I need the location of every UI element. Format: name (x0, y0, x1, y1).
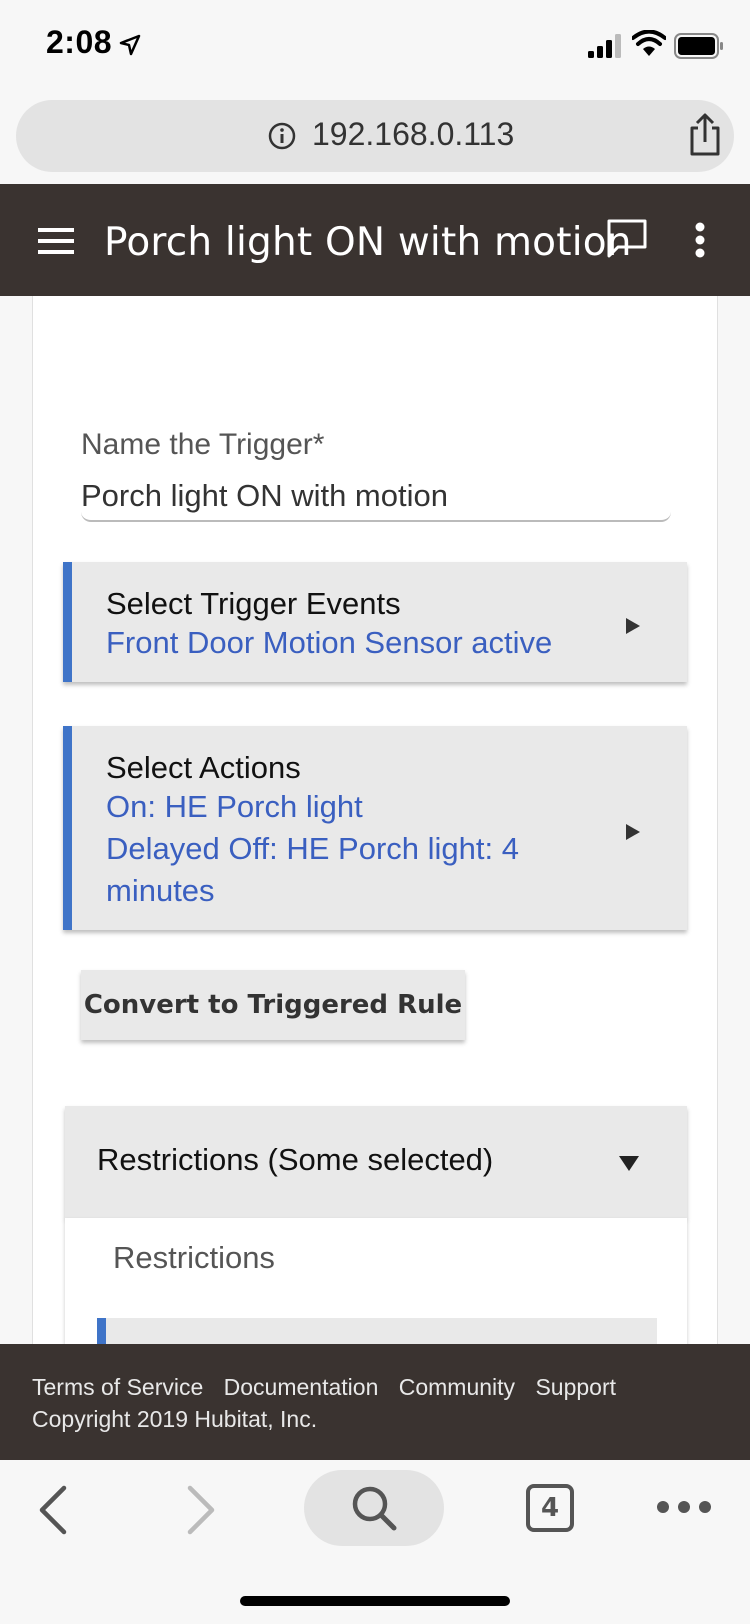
action-line-3: minutes (106, 873, 215, 908)
more-horizontal-icon[interactable] (656, 1500, 712, 1514)
battery-icon (674, 33, 723, 59)
info-icon[interactable] (268, 122, 296, 150)
browser-toolbar: 4 (0, 1460, 750, 1624)
actions-title: Select Actions (106, 750, 301, 785)
cellular-signal-icon (588, 34, 621, 58)
support-link[interactable]: Support (535, 1374, 616, 1400)
page-title: Porch light ON with motion (104, 220, 632, 265)
restrictions-panel: Restrictions (65, 1218, 687, 1344)
home-indicator[interactable] (240, 1596, 510, 1606)
restrictions-toggle[interactable]: Restrictions (Some selected) (65, 1106, 687, 1218)
trigger-name-input[interactable]: Porch light ON with motion (81, 466, 671, 522)
community-link[interactable]: Community (399, 1374, 515, 1400)
action-line-2: Delayed Off: HE Porch light: 4 (106, 831, 519, 866)
url-text[interactable]: 192.168.0.113 (312, 116, 514, 153)
copyright-text: Copyright 2019 Hubitat, Inc. (32, 1406, 318, 1432)
app-header: Porch light ON with motion (0, 184, 750, 296)
select-trigger-events-button[interactable]: Select Trigger Events Front Door Motion … (63, 562, 687, 682)
footer: Terms of Service Documentation Community… (0, 1344, 750, 1460)
search-icon (352, 1486, 397, 1531)
action-line-1: On: HE Porch light (106, 789, 363, 824)
location-arrow-icon (119, 34, 141, 56)
restrictions-title: Restrictions (Some selected) (97, 1142, 494, 1177)
search-button[interactable] (304, 1470, 444, 1546)
expand-arrow-icon (626, 824, 640, 840)
footer-links: Terms of Service Documentation Community… (32, 1374, 630, 1401)
hamburger-menu-icon[interactable] (38, 228, 74, 254)
wifi-icon (632, 30, 666, 56)
tabs-count-icon[interactable]: 4 (526, 1484, 574, 1532)
rule-form: Name the Trigger* Porch light ON with mo… (32, 296, 718, 1344)
expand-arrow-icon (626, 618, 640, 634)
back-icon[interactable] (36, 1484, 70, 1536)
convert-to-triggered-rule-button[interactable]: Convert to Triggered Rule (81, 970, 465, 1040)
restrictions-subtitle: Restrictions (113, 1240, 275, 1275)
more-vertical-icon[interactable] (694, 222, 706, 258)
status-bar: 2:08 (0, 0, 750, 92)
documentation-link[interactable]: Documentation (224, 1374, 379, 1400)
select-actions-button[interactable]: Select Actions On: HE Porch light Delaye… (63, 726, 687, 930)
collapse-arrow-icon (619, 1156, 639, 1171)
trigger-events-value: Front Door Motion Sensor active (106, 625, 553, 660)
comment-icon[interactable] (606, 218, 648, 260)
share-icon[interactable] (686, 112, 724, 158)
trigger-name-label: Name the Trigger* (81, 428, 325, 461)
terms-of-service-link[interactable]: Terms of Service (32, 1374, 203, 1400)
restriction-item-button[interactable] (97, 1318, 657, 1344)
forward-icon[interactable] (184, 1484, 218, 1536)
trigger-events-title: Select Trigger Events (106, 586, 401, 621)
address-bar[interactable]: 192.168.0.113 (16, 100, 734, 172)
status-time: 2:08 (46, 24, 113, 60)
